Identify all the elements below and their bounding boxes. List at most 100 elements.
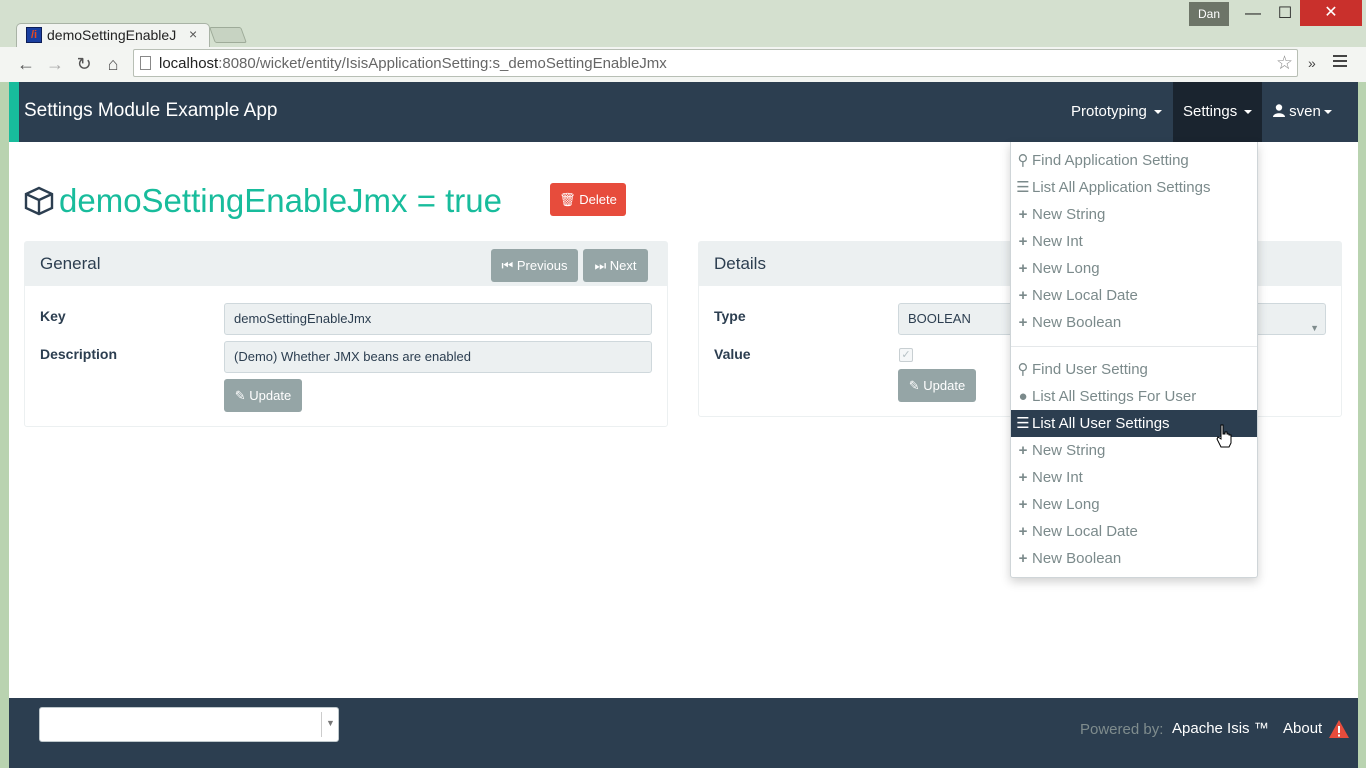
new-tab-button[interactable] <box>209 27 247 43</box>
menu-item-new-local-date[interactable]: + New Local Date <box>1011 518 1257 545</box>
menu-item-new-string[interactable]: + New String <box>1011 201 1257 228</box>
select-separator <box>321 712 322 737</box>
general-update-label: Update <box>249 388 292 403</box>
menu-item-list-all-application-settings[interactable]: ☰ List All Application Settings <box>1011 174 1257 201</box>
details-update-button[interactable]: ✎ Update <box>898 369 976 402</box>
description-field[interactable]: (Demo) Whether JMX beans are enabled <box>224 341 652 373</box>
menu-item-label: New Int <box>1032 233 1083 250</box>
settings-dropdown-menu: ⚲ Find Application Setting ☰ List All Appli… <box>1010 142 1258 578</box>
forward-icon[interactable]: → <box>43 53 67 77</box>
nav-user-label: sven <box>1289 103 1321 120</box>
browser-menu-icon[interactable] <box>1333 55 1347 70</box>
menu-item-label: New Boolean <box>1032 550 1122 567</box>
browser-user-badge[interactable]: Dan <box>1189 2 1229 26</box>
general-update-button[interactable]: ✎ Update <box>224 379 302 412</box>
tab-title: demoSettingEnableJ <box>47 27 177 43</box>
menu-item-label: New String <box>1032 206 1106 223</box>
app-page: Settings Module Example App Prototyping … <box>9 82 1358 768</box>
select-arrow-icon: ▼ <box>326 718 335 728</box>
previous-label: Previous <box>516 258 568 273</box>
bookmark-star-icon[interactable]: ☆ <box>1276 52 1293 75</box>
user-icon: ● <box>1018 388 1028 405</box>
menu-item-label: Find Application Setting <box>1032 152 1189 169</box>
menu-item-new-long[interactable]: + New Long <box>1011 491 1257 518</box>
menu-item-label: New String <box>1032 442 1106 459</box>
edit-icon: ✎ <box>234 388 246 403</box>
plus-icon: + <box>1018 442 1028 459</box>
edit-icon: ✎ <box>908 378 920 393</box>
menu-item-new-int[interactable]: + New Int <box>1011 464 1257 491</box>
general-panel-title: General <box>40 254 101 273</box>
menu-item-new-int[interactable]: + New Int <box>1011 228 1257 255</box>
extensions-overflow-icon[interactable]: » <box>1308 55 1316 71</box>
key-label: Key <box>40 308 66 324</box>
plus-icon: + <box>1018 314 1028 331</box>
nav-user[interactable]: sven <box>1263 82 1342 142</box>
trash-icon: 🗑 <box>559 192 576 207</box>
window-close-button[interactable]: ✕ <box>1300 0 1362 26</box>
delete-label: Delete <box>579 192 617 207</box>
browser-toolbar: ← → ↻ ⌂ localhost:8080/wicket/entity/Isi… <box>0 47 1366 82</box>
details-update-label: Update <box>923 378 966 393</box>
key-field[interactable]: demoSettingEnableJmx <box>224 303 652 335</box>
list-icon: ☰ <box>1016 415 1030 432</box>
menu-item-label: New Local Date <box>1032 287 1138 304</box>
minimize-button[interactable]: — <box>1235 2 1271 26</box>
nav-prototyping[interactable]: Prototyping <box>1061 82 1172 142</box>
menu-item-label: New Int <box>1032 469 1083 486</box>
menu-item-list-all-settings-for-user[interactable]: ● List All Settings For User <box>1011 383 1257 410</box>
menu-item-new-long[interactable]: + New Long <box>1011 255 1257 282</box>
general-panel-header: General ⏮ Previous ⏭ Next <box>25 242 667 286</box>
about-link[interactable]: About <box>1283 720 1322 737</box>
reload-icon[interactable]: ↻ <box>72 53 96 77</box>
menu-item-new-boolean[interactable]: + New Boolean <box>1011 545 1257 572</box>
menu-item-label: Find User Setting <box>1032 361 1148 378</box>
footer: ▼ Powered by: Apache Isis ™ About <box>9 698 1358 768</box>
menu-item-find-user-setting[interactable]: ⚲ Find User Setting <box>1011 356 1257 383</box>
general-panel: General ⏮ Previous ⏭ Next Key demoSettin… <box>24 241 668 427</box>
next-button[interactable]: ⏭ Next <box>583 249 648 282</box>
footer-select[interactable]: ▼ <box>39 707 339 742</box>
plus-icon: + <box>1018 260 1028 277</box>
type-label: Type <box>714 308 746 324</box>
maximize-button[interactable]: ☐ <box>1267 2 1303 26</box>
hand-cursor-icon <box>1216 424 1232 448</box>
menu-item-new-boolean[interactable]: + New Boolean <box>1011 309 1257 336</box>
tab-close-icon[interactable]: × <box>189 26 197 42</box>
browser-tab[interactable]: /i demoSettingEnableJ × <box>16 23 210 47</box>
previous-button[interactable]: ⏮ Previous <box>491 249 578 282</box>
description-label: Description <box>40 346 118 362</box>
menu-item-label: New Boolean <box>1032 314 1122 331</box>
caret-down-icon <box>1323 110 1332 115</box>
search-icon: ⚲ <box>1017 152 1029 169</box>
plus-icon: + <box>1018 523 1028 540</box>
select-arrow-icon: ▼ <box>1310 323 1319 333</box>
next-label: Next <box>609 258 637 273</box>
page-icon <box>140 56 151 70</box>
menu-item-label: New Long <box>1032 496 1100 513</box>
entity-title: demoSettingEnableJmx = true <box>59 182 503 219</box>
list-icon: ☰ <box>1016 179 1030 196</box>
details-panel-title: Details <box>714 254 766 273</box>
app-brand[interactable]: Settings Module Example App <box>24 100 278 122</box>
address-bar[interactable]: localhost:8080/wicket/entity/IsisApplica… <box>133 49 1298 77</box>
nav-settings[interactable]: Settings <box>1173 82 1263 142</box>
apache-isis-link[interactable]: Apache Isis ™ <box>1172 720 1269 737</box>
menu-item-find-application-setting[interactable]: ⚲ Find Application Setting <box>1011 147 1257 174</box>
browser-chrome: /i demoSettingEnableJ × Dan — ☐ ✕ ← → ↻ … <box>0 0 1366 82</box>
brand-accent-bar <box>9 82 20 142</box>
plus-icon: + <box>1018 287 1028 304</box>
entity-cube-icon <box>24 186 54 216</box>
caret-down-icon <box>1154 110 1163 115</box>
menu-item-label: New Long <box>1032 260 1100 277</box>
plus-icon: + <box>1018 233 1028 250</box>
user-icon <box>1273 104 1285 117</box>
menu-item-new-local-date[interactable]: + New Local Date <box>1011 282 1257 309</box>
delete-button[interactable]: 🗑 Delete <box>550 183 626 216</box>
nav-settings-label: Settings <box>1183 103 1238 120</box>
value-checkbox[interactable]: ✓ <box>899 348 913 362</box>
url-text: localhost:8080/wicket/entity/IsisApplica… <box>159 55 667 72</box>
back-icon[interactable]: ← <box>14 53 38 77</box>
warning-icon[interactable] <box>1328 719 1350 739</box>
home-icon[interactable]: ⌂ <box>101 53 125 77</box>
